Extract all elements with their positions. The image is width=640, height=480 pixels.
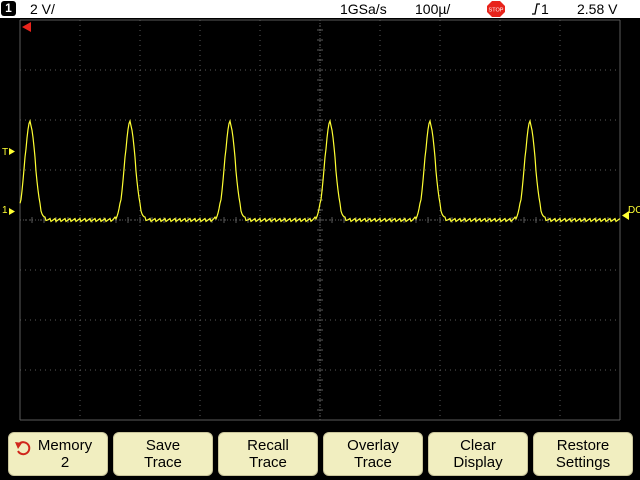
- softkey-label-line2: Trace: [144, 454, 182, 471]
- volts-per-div: 2 V/: [30, 1, 55, 17]
- softkey-label-line1: Recall: [247, 437, 289, 454]
- undo-arrow-icon: [15, 441, 31, 456]
- trigger-arrow-icon: [9, 148, 15, 155]
- softkey-label-line2: Trace: [354, 454, 392, 471]
- channel-1-trace: [19, 119, 621, 223]
- softkey-label-line1: Overlay: [347, 437, 399, 454]
- time-per-div: 100µ/: [415, 1, 451, 17]
- clear-display-button[interactable]: Clear Display: [428, 432, 528, 476]
- sample-rate: 1GSa/s: [340, 1, 387, 17]
- softkey-label-line1: Save: [145, 437, 181, 454]
- trigger-level: 2.58 V: [577, 1, 618, 17]
- ground-arrow-icon: [9, 208, 15, 215]
- softkey-label-line2: Display: [453, 454, 503, 471]
- recall-trace-button[interactable]: Recall Trace: [218, 432, 318, 476]
- softkey-label-line1: Clear: [460, 437, 496, 454]
- trigger-source: 1: [541, 1, 549, 17]
- time-reference-marker: [22, 22, 31, 32]
- channel-ground-marker: 1: [2, 205, 8, 216]
- restore-settings-button[interactable]: Restore Settings: [533, 432, 633, 476]
- coupling-label: DC: [628, 205, 640, 216]
- softkey-label-line2: 2: [60, 454, 70, 471]
- waveform-display[interactable]: T 1 DC: [0, 18, 640, 426]
- stop-label: STOP: [489, 8, 504, 14]
- overlay-trace-button[interactable]: Overlay Trace: [323, 432, 423, 476]
- graticule: T 1 DC: [2, 19, 640, 421]
- rising-edge-icon: [532, 3, 540, 15]
- channel-badge: 1: [1, 1, 16, 16]
- stop-icon: STOP: [487, 1, 505, 17]
- trigger-level-marker: T: [2, 147, 8, 158]
- softkey-label-line2: Trace: [249, 454, 287, 471]
- softkey-bar: Memory 2 Save Trace Recall Trace Overlay…: [0, 426, 640, 480]
- status-bar: 1 2 V/ 1GSa/s 100µ/ STOP 1 2.58 V: [0, 0, 640, 18]
- softkey-label-line1: Restore: [556, 437, 610, 454]
- save-trace-button[interactable]: Save Trace: [113, 432, 213, 476]
- softkey-label-line2: Settings: [555, 454, 611, 471]
- memory-button[interactable]: Memory 2: [8, 432, 108, 476]
- softkey-label-line1: Memory: [37, 437, 93, 454]
